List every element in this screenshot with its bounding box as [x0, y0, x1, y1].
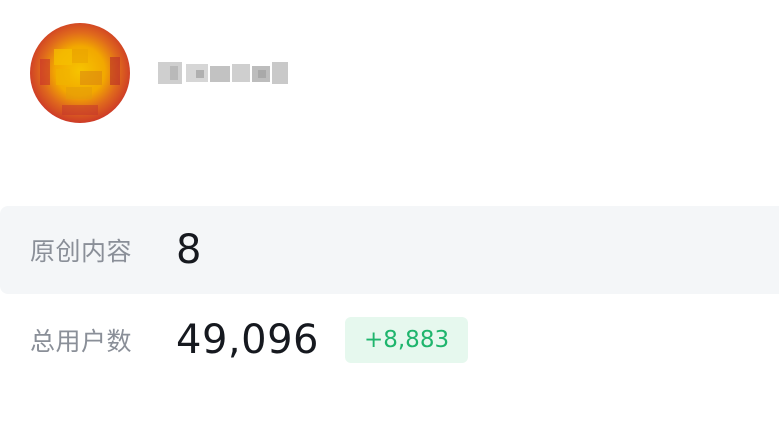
stat-row-total-users: 总用户数 49,096 +8,883: [0, 296, 779, 384]
user-avatar-icon[interactable]: [26, 19, 134, 127]
stat-row-original-content: 原创内容 8: [0, 206, 779, 294]
profile-header: [26, 18, 290, 128]
account-stats-panel: 原创内容 8 总用户数 49,096 +8,883: [0, 0, 779, 438]
total-users-value: 49,096: [176, 317, 319, 363]
total-users-delta-badge: +8,883: [344, 317, 469, 363]
original-content-label: 原创内容: [30, 237, 133, 266]
username-blurred: [156, 56, 290, 90]
total-users-label: 总用户数: [30, 327, 133, 356]
original-content-value: 8: [176, 227, 202, 273]
